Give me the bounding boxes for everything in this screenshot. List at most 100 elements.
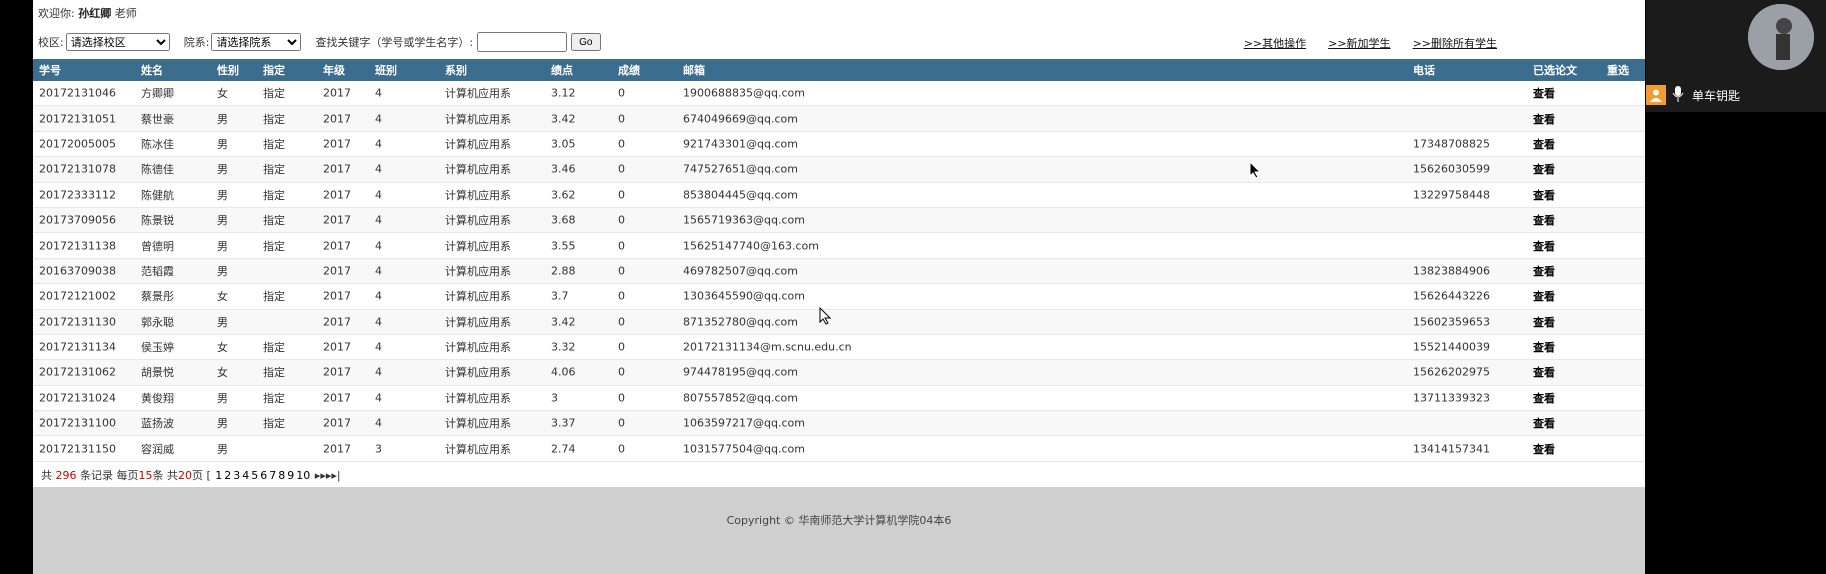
keyword-input[interactable] — [477, 32, 568, 52]
view-paper-link[interactable]: 查看 — [1533, 161, 1555, 177]
table-cell: 方卿卿 — [141, 87, 174, 101]
table-row: 20172131051 蔡世豪 男 指定 2017 4 计算机应用系 3.42 0 6740496… — [33, 106, 1645, 132]
page-number-link[interactable]: 3 — [233, 469, 240, 482]
column-header: 重选 — [1607, 64, 1629, 77]
page-number-link[interactable]: 2 — [224, 469, 231, 482]
welcome-text: 欢迎你: 孙红卿 老师 — [38, 5, 137, 21]
table-cell: 871352780@qq.com — [683, 315, 798, 329]
page-number-link[interactable]: 7 — [269, 469, 276, 482]
view-paper-link[interactable]: 查看 — [1533, 187, 1555, 203]
participant-avatar — [1748, 4, 1814, 70]
table-cell: 3 — [551, 391, 558, 405]
table-row: 20172131100 蓝扬波 男 指定 2017 4 计算机应用系 3.37 0 1063597… — [33, 411, 1645, 437]
page-number-link[interactable]: 10 — [296, 469, 310, 482]
table-cell: 2.88 — [551, 264, 576, 278]
page-number-link[interactable]: 8 — [278, 469, 285, 482]
table-cell: 计算机应用系 — [445, 163, 511, 177]
table-cell: 20172131051 — [39, 112, 116, 126]
table-row: 20172005005 陈冰佳 男 指定 2017 4 计算机应用系 3.05 0 9217433… — [33, 131, 1645, 158]
table-cell: 0 — [618, 188, 625, 202]
table-cell: 陈冰佳 — [141, 137, 174, 151]
mouse-pointer-icon — [819, 307, 831, 325]
page-number-link[interactable]: 9 — [287, 469, 294, 482]
table-cell: 4 — [375, 315, 382, 329]
add-student-link[interactable]: >>新加学生 — [1328, 35, 1390, 51]
table-cell: 15625147740@163.com — [683, 239, 819, 253]
table-cell: 计算机应用系 — [445, 239, 511, 253]
view-paper-link[interactable]: 查看 — [1533, 415, 1555, 431]
table-cell: 2017 — [323, 264, 351, 278]
view-paper-link[interactable]: 查看 — [1533, 263, 1555, 279]
table-cell: 4 — [375, 416, 382, 430]
view-paper-link[interactable]: 查看 — [1533, 364, 1555, 380]
table-cell: 4 — [375, 391, 382, 405]
table-cell: 15521440039 — [1413, 340, 1490, 354]
table-header: 学号姓名性别指定年级班别系别绩点成绩邮箱电话已选论文重选本部 — [33, 59, 1645, 81]
dept-select[interactable]: 请选择院系 — [211, 33, 302, 51]
view-paper-link[interactable]: 查看 — [1533, 136, 1555, 152]
table-cell: 指定 — [263, 341, 285, 355]
delete-all-link[interactable]: >>删除所有学生 — [1413, 35, 1497, 51]
table-cell: 4 — [375, 365, 382, 379]
table-cell: 3.42 — [551, 112, 576, 126]
table-cell: 3.42 — [551, 315, 576, 329]
page-number-link[interactable]: 5 — [251, 469, 258, 482]
go-button[interactable]: Go — [571, 33, 601, 51]
column-header: 邮箱 — [683, 64, 705, 77]
table-cell: 计算机应用系 — [445, 214, 511, 228]
pages-suffix: 页 — [192, 469, 203, 482]
table-cell: 20172131150 — [39, 442, 116, 456]
web-page: 欢迎你: 孙红卿 老师 校区: 请选择校区 院系: 请选择院系 查找关键字（学号… — [33, 0, 1645, 574]
table-cell: 2017 — [323, 289, 351, 303]
table-cell: 男 — [217, 417, 228, 431]
table-cell: 计算机应用系 — [445, 315, 511, 329]
campus-select[interactable]: 请选择校区 — [65, 33, 170, 51]
table-row: 20173709056 陈景锐 男 指定 2017 4 计算机应用系 3.68 0 1565719… — [33, 207, 1645, 234]
table-cell: 0 — [618, 289, 625, 303]
table-cell: 男 — [217, 391, 228, 405]
view-paper-link[interactable]: 查看 — [1533, 212, 1555, 228]
table-cell: 20172131078 — [39, 162, 116, 176]
table-cell: 0 — [618, 391, 625, 405]
filter-bar: 校区: 请选择校区 院系: 请选择院系 查找关键字（学号或学生名字）: Go — [38, 32, 601, 52]
table-cell: 男 — [217, 112, 228, 126]
table-row: 20172131150 容润威 男 2017 3 计算机应用系 2.74 0 103157750… — [33, 436, 1645, 462]
table-cell: 范韬霞 — [141, 264, 174, 278]
view-paper-link[interactable]: 查看 — [1533, 390, 1555, 406]
microphone-icon — [1672, 85, 1684, 105]
table-cell: 20172131134 — [39, 340, 116, 354]
table-cell: 1900688835@qq.com — [683, 86, 805, 100]
other-ops-link[interactable]: >>其他操作 — [1244, 35, 1306, 51]
column-header: 电话 — [1413, 64, 1435, 77]
table-cell: 指定 — [263, 112, 285, 126]
column-header: 姓名 — [141, 64, 163, 77]
view-paper-link[interactable]: 查看 — [1533, 111, 1555, 127]
table-cell: 3.62 — [551, 188, 576, 202]
view-paper-link[interactable]: 查看 — [1533, 85, 1555, 101]
column-header: 年级 — [323, 64, 345, 77]
page-number-link[interactable]: 6 — [260, 469, 267, 482]
table-cell: 计算机应用系 — [445, 112, 511, 126]
table-cell: 2017 — [323, 239, 351, 253]
page-number-link[interactable]: 1 — [215, 469, 222, 482]
page-number-link[interactable]: 4 — [242, 469, 249, 482]
view-paper-link[interactable]: 查看 — [1533, 238, 1555, 254]
table-cell: 674049669@qq.com — [683, 112, 798, 126]
footer: Copyright © 华南师范大学计算机学院04本6 — [33, 487, 1645, 574]
view-paper-link[interactable]: 查看 — [1533, 339, 1555, 355]
view-paper-link[interactable]: 查看 — [1533, 441, 1555, 457]
table-body: 20172131046 方卿卿女指定 2017 4 计算机应用系 3.12 0 1900688… — [33, 81, 1645, 462]
view-paper-link[interactable]: 查看 — [1533, 288, 1555, 304]
table-cell: 20172131138 — [39, 239, 116, 253]
table-cell: 853804445@qq.com — [683, 188, 798, 202]
table-cell: 女 — [217, 366, 228, 380]
table-cell: 计算机应用系 — [445, 442, 511, 456]
last-page-link[interactable]: ▸▸| — [326, 469, 341, 482]
next-page-link[interactable]: ▸▸ — [315, 469, 326, 482]
view-paper-link[interactable]: 查看 — [1533, 314, 1555, 330]
table-cell: 0 — [618, 112, 625, 126]
table-row: 20172333112 陈健航 男 指定 2017 4 计算机应用系 3.62 0 8538044… — [33, 182, 1645, 208]
table-cell: 指定 — [263, 239, 285, 253]
table-cell: 陈健航 — [141, 188, 174, 202]
table-cell: 2017 — [323, 213, 351, 227]
